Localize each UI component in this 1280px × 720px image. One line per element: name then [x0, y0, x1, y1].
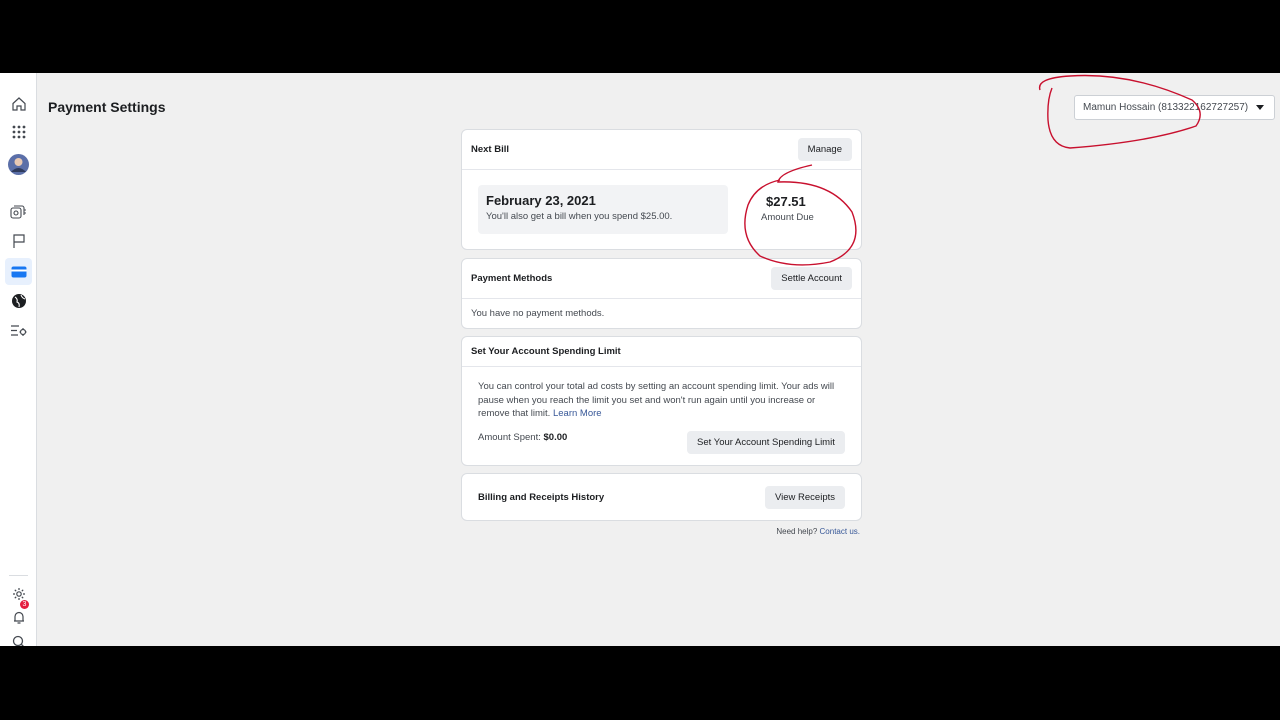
learn-more-link[interactable]: Learn More [553, 408, 602, 419]
next-bill-card: Next Bill Manage February 23, 2021 You'l… [461, 129, 862, 250]
pages-icon[interactable] [5, 199, 32, 226]
rail-divider [9, 575, 28, 576]
ad-account-value: Mamun Hossain (813322162727257) [1083, 102, 1249, 113]
notification-badge: 3 [20, 600, 29, 609]
ad-account-dropdown[interactable]: Mamun Hossain (813322162727257) [1074, 95, 1275, 120]
payment-methods-heading: Payment Methods [471, 273, 553, 284]
next-bill-heading: Next Bill [471, 144, 510, 155]
chevron-down-icon [1256, 105, 1264, 110]
bill-date: February 23, 2021 [486, 193, 596, 208]
globe-icon[interactable] [5, 287, 32, 314]
payment-methods-card: Payment Methods Settle Account You have … [461, 258, 862, 329]
settings-list-icon[interactable] [5, 317, 32, 344]
page-title: Payment Settings [48, 99, 166, 115]
avatar[interactable] [5, 151, 32, 178]
left-nav-rail: 3 [0, 73, 37, 646]
view-receipts-button[interactable]: View Receipts [764, 485, 845, 509]
home-icon[interactable] [5, 90, 32, 117]
bill-date-box: February 23, 2021 You'll also get a bill… [478, 185, 728, 234]
flag-icon[interactable] [5, 228, 32, 255]
billing-history-card: Billing and Receipts History View Receip… [461, 473, 862, 521]
billing-history-heading: Billing and Receipts History [478, 491, 605, 503]
help-text: Need help? [776, 527, 818, 536]
amount-spent-value: $0.00 [543, 432, 568, 443]
spending-limit-description: You can control your total ad costs by s… [478, 381, 835, 419]
amount-due-label: Amount Due [761, 212, 814, 223]
bell-icon[interactable]: 3 [5, 600, 32, 631]
amount-spent: Amount Spent: $0.00 [478, 432, 567, 443]
search-icon[interactable] [5, 628, 32, 646]
set-spending-limit-button[interactable]: Set Your Account Spending Limit [687, 431, 845, 454]
no-payment-methods-text: You have no payment methods. [471, 308, 605, 319]
manage-button[interactable]: Manage [797, 138, 852, 161]
billing-card-icon[interactable] [5, 258, 32, 285]
amount-due: $27.51 Amount Due [761, 194, 814, 223]
help-footer: Need help? Contact us. [700, 527, 860, 536]
spending-limit-heading: Set Your Account Spending Limit [471, 346, 621, 357]
amount-spent-label: Amount Spent: [478, 432, 541, 443]
app-screen: 3 Payment Settings Mamun Hossain (813322… [0, 73, 1280, 646]
amount-due-value: $27.51 [766, 194, 806, 209]
settle-account-button[interactable]: Settle Account [771, 267, 852, 290]
contact-us-link[interactable]: Contact us. [820, 527, 860, 536]
apps-grid-icon[interactable] [5, 118, 32, 145]
bill-threshold-note: You'll also get a bill when you spend $2… [486, 211, 673, 222]
spending-limit-card: Set Your Account Spending Limit You can … [461, 336, 862, 466]
